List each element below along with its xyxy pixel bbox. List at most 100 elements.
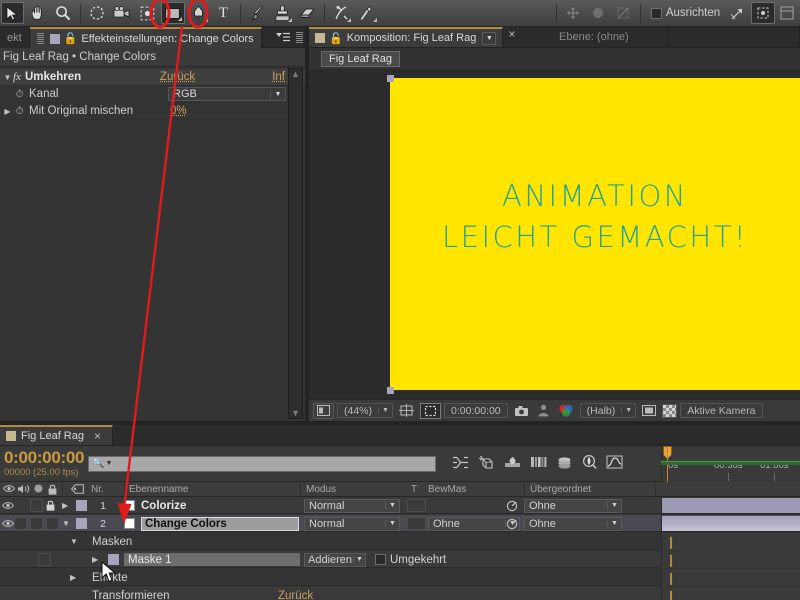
3d-renderer-icon[interactable] (504, 456, 521, 472)
audio-column-icon[interactable] (17, 484, 30, 497)
motion-blur-icon[interactable] (530, 455, 547, 472)
transformieren-keyframe-marker[interactable]: ❙ (666, 589, 676, 600)
scroll-up-icon[interactable]: ▲ (291, 69, 300, 79)
panel-menu-icon[interactable] (271, 27, 295, 47)
scroll-down-icon[interactable]: ▼ (291, 408, 300, 418)
grid-guides-icon[interactable] (396, 403, 417, 419)
maske1-visibility-checkbox[interactable] (38, 553, 51, 566)
layer1-track-area[interactable] (661, 497, 800, 514)
show-snapshot-icon[interactable] (535, 403, 552, 419)
layer2-parent-link-icon[interactable] (506, 515, 518, 532)
layer2-name-input[interactable]: Change Colors (141, 517, 299, 531)
effect-header-umkehren[interactable]: ▼ fx Umkehren Zurück Inf (0, 69, 305, 86)
label-column-icon[interactable] (71, 484, 84, 497)
puppet-pin-tool-icon[interactable] (355, 2, 378, 24)
time-ruler[interactable]: 0s 00:30s 01:00s (661, 446, 800, 482)
layer2-mode-combo[interactable]: Normal ▼ (304, 517, 400, 531)
shy-layers-icon[interactable] (556, 456, 573, 472)
property-group-effekte[interactable]: ▶ Effekte ❙ (0, 569, 800, 586)
tab-timeline-figleafrag[interactable]: Fig Leaf Rag × (0, 425, 113, 445)
property-row-mischen[interactable]: ▶ ⏱ Mit Original mischen 0% (0, 103, 305, 120)
snap-arrow-icon[interactable] (726, 2, 749, 24)
tab-effekteinstellungen[interactable]: 🔓 Effekteinstellungen: Change Colors (30, 27, 262, 48)
masken-expand-triangle-icon[interactable]: ▼ (70, 533, 81, 550)
stopwatch-icon-2[interactable]: ⏱ (13, 105, 26, 118)
layer1-parent-dropdown[interactable]: Ohne ▼ (524, 497, 622, 514)
layer2-label-color[interactable] (76, 515, 87, 532)
roto-brush-tool-icon[interactable] (330, 2, 353, 24)
zoom-chevron-icon[interactable]: ▼ (378, 407, 392, 414)
layer2-parent-combo[interactable]: Ohne ▼ (524, 517, 622, 531)
brush-tool-icon[interactable] (246, 2, 269, 24)
always-preview-icon[interactable] (313, 403, 334, 419)
pan-behind-tool-icon[interactable] (136, 2, 159, 24)
column-header-bewmas[interactable]: BewMas (428, 484, 466, 495)
effekte-expand-triangle-icon[interactable]: ▶ (70, 569, 81, 586)
grayscale-dot-icon[interactable] (587, 2, 610, 24)
property-row-maske-1[interactable]: ▶ Maske 1 Addieren ▼ Umgekehrt ❙ (0, 551, 800, 568)
maske1-keyframe-marker[interactable]: ❙ (666, 553, 676, 567)
column-header-t[interactable]: T (411, 484, 417, 495)
layer2-audio-button[interactable] (30, 515, 43, 532)
effect-info-link[interactable]: Inf (272, 71, 285, 83)
hand-tool-icon[interactable] (26, 2, 49, 24)
transparency-grid-icon[interactable] (662, 404, 677, 418)
table-row[interactable]: ▶ 1 Colorize Normal ▼ Ohne ▼ (0, 497, 800, 514)
snapshot-camera-icon[interactable] (511, 403, 532, 419)
layer1-lock-button[interactable] (46, 497, 55, 514)
eraser-tool-icon[interactable] (296, 2, 319, 24)
layer1-solo-button[interactable] (30, 497, 43, 514)
layer1-parent-chevron-icon[interactable]: ▼ (607, 502, 621, 509)
property-row-kanal[interactable]: ▶ ⏱ Kanal RGB ▼ (0, 86, 305, 103)
chevron-down-icon[interactable]: ▼ (270, 91, 285, 98)
ausrichten-checkbox[interactable] (651, 8, 662, 19)
resolution-chevron-icon[interactable]: ▼ (621, 407, 635, 414)
draft-3d-icon[interactable] (478, 455, 495, 473)
property-group-transformieren[interactable]: Transformieren Zurück ❙ (0, 587, 800, 600)
layer1-parent-link-icon[interactable] (506, 497, 518, 514)
maske1-mode-chevron-icon[interactable]: ▼ (353, 556, 365, 563)
composition-mini-flowchart-icon[interactable] (452, 456, 469, 472)
maske1-mode-dropdown[interactable]: Addieren ▼ (304, 551, 366, 568)
viewer-timecode[interactable]: 0:00:00:00 (444, 403, 508, 418)
eye-column-icon[interactable] (3, 484, 15, 496)
layer1-eye-toggle[interactable] (2, 497, 14, 514)
layer2-mode-chevron-icon[interactable]: ▼ (385, 520, 399, 527)
lock-column-icon[interactable] (48, 484, 57, 498)
selection-handle-top-left[interactable] (387, 75, 394, 82)
panel-grip-right-icon[interactable] (296, 32, 303, 43)
effect-panel-scrollbar[interactable]: ▲ ▼ (288, 68, 303, 419)
layer1-mode-chevron-icon[interactable]: ▼ (385, 502, 399, 509)
column-header-modus[interactable]: Modus (306, 484, 336, 495)
work-area-bar[interactable] (661, 461, 800, 465)
layer2-parent-dropdown[interactable]: Ohne ▼ (524, 515, 622, 532)
layer2-duration-bar[interactable] (662, 516, 800, 531)
composition-viewer[interactable]: ANIMATION LEICHT GEMACHT! (309, 69, 800, 399)
frame-blending-icon[interactable] (582, 455, 597, 473)
timeline-close-icon[interactable]: × (89, 429, 106, 443)
unlock-icon[interactable]: 🔓 (64, 32, 78, 45)
current-timecode[interactable]: 0:00:00:00 (4, 449, 88, 467)
type-tool-icon[interactable]: T (212, 2, 235, 24)
move-anchor-icon[interactable] (561, 2, 584, 24)
layer2-parent-chevron-icon[interactable]: ▼ (607, 520, 621, 527)
tab-projekt[interactable]: ekt (0, 27, 30, 48)
layer1-t-toggle[interactable] (407, 497, 426, 514)
column-header-uebergeordnet[interactable]: Übergeordnet (530, 484, 591, 495)
layer2-mode-dropdown[interactable]: Normal ▼ (304, 515, 400, 532)
layer-name-field[interactable]: Change Colors (141, 515, 299, 532)
layer2-expand-triangle-icon[interactable]: ▼ (62, 515, 73, 532)
maske1-visibility-box[interactable] (38, 551, 51, 568)
search-field[interactable] (112, 458, 435, 470)
close-icon[interactable]: × (503, 27, 520, 47)
transformieren-reset-link[interactable]: Zurück (278, 587, 313, 600)
channels-rgb-icon[interactable] (555, 403, 577, 419)
zoom-tool-icon[interactable] (52, 2, 75, 24)
maske1-mode-combo[interactable]: Addieren ▼ (304, 553, 366, 567)
layer1-t-box[interactable] (407, 499, 426, 512)
tab-ebene[interactable]: Ebene: (ohne) (520, 27, 668, 47)
layer2-audio-box[interactable] (30, 517, 43, 530)
tab-empty-slot[interactable] (668, 27, 800, 47)
layer1-solo-box[interactable] (30, 499, 43, 512)
layer2-lock-box[interactable] (46, 517, 59, 530)
